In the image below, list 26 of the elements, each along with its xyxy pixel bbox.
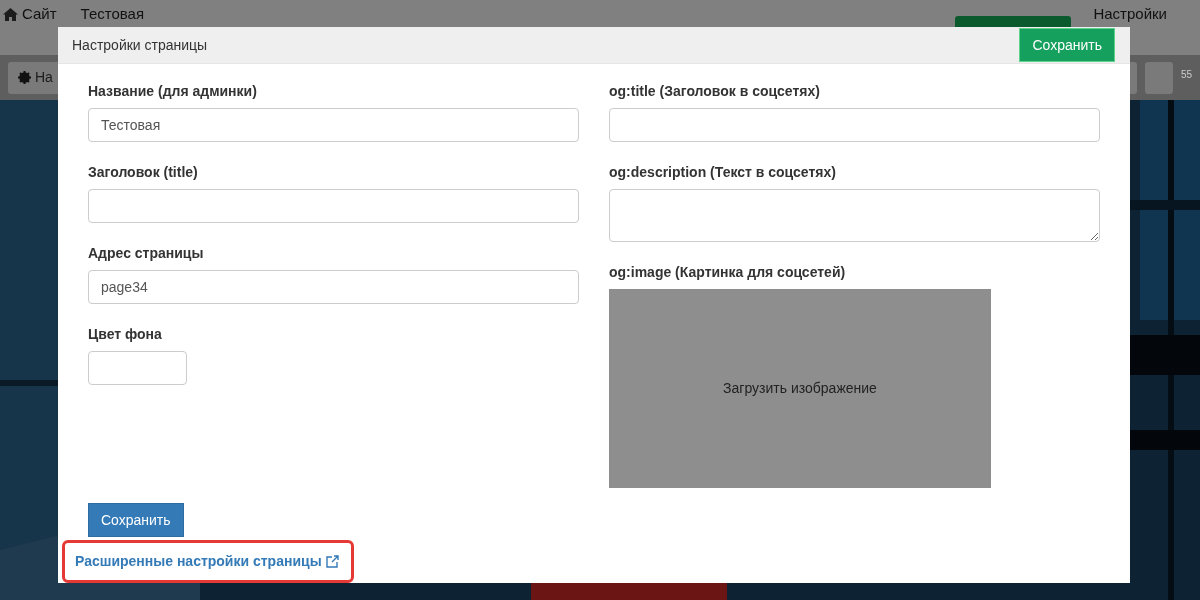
dialog-title: Настройки страницы	[72, 35, 208, 55]
save-button[interactable]: Сохранить	[1019, 28, 1115, 62]
save-button[interactable]: Сохранить	[88, 503, 184, 537]
breadcrumb-link[interactable]: Тестовая	[80, 5, 145, 23]
color-field[interactable]	[88, 351, 187, 385]
field-label: og:description (Текст в соцсетях)	[609, 163, 837, 182]
input-field[interactable]: Тестовая	[88, 108, 579, 142]
field-label: Адрес страницы	[88, 244, 205, 263]
toolbar-button[interactable]	[1144, 61, 1173, 94]
home-icon	[3, 7, 18, 21]
external-link-icon	[325, 555, 339, 568]
gear-icon	[18, 71, 31, 84]
advanced-settings-link[interactable]: Расширенные настройки страницы	[75, 551, 339, 572]
breadcrumb-link[interactable]: Сайт	[22, 5, 57, 23]
input-field[interactable]: page34	[88, 270, 579, 304]
settings-link[interactable]: Настройки	[1093, 5, 1167, 23]
counter-text: 55	[1180, 68, 1192, 82]
field-label: Цвет фона	[88, 325, 163, 344]
field-label: og:title (Заголовок в соцсетях)	[609, 82, 821, 101]
textarea-field[interactable]	[609, 189, 1100, 242]
field-label: Заголовок (title)	[88, 163, 199, 182]
image-upload-area[interactable]: Загрузить изображение	[609, 289, 991, 488]
field-label: Название (для админки)	[88, 82, 258, 101]
input-field[interactable]	[609, 108, 1100, 142]
input-field[interactable]	[88, 189, 579, 223]
field-label: og:image (Картинка для соцсетей)	[609, 263, 847, 282]
